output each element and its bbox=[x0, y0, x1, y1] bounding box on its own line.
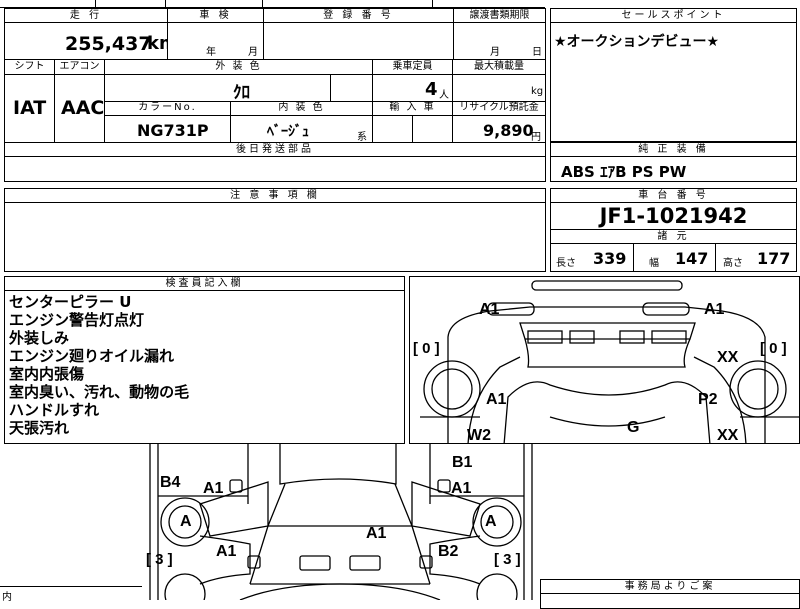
caution-box: 注 意 事 項 欄 bbox=[4, 188, 546, 272]
inspector-note: 室内臭い、汚れ、動物の毛 bbox=[9, 383, 190, 401]
interior-color-value: ﾍﾞｰｼﾞｭ bbox=[267, 124, 309, 140]
caution-header: 注 意 事 項 欄 bbox=[5, 189, 545, 203]
transfer-month: 月 bbox=[490, 47, 500, 58]
mark-p2: P2 bbox=[698, 391, 718, 408]
transfer-deadline-label: 譲渡書類期限 bbox=[454, 9, 545, 23]
width-label: 幅 bbox=[649, 258, 659, 269]
mark-g: G bbox=[627, 419, 640, 436]
mark-tire-front-left: [ 0 ] bbox=[413, 340, 440, 357]
sales-point-header: セールスポイント bbox=[551, 9, 796, 23]
inspector-note: 天張汚れ bbox=[9, 419, 70, 437]
front-diagram-box: A1 A1 [ 0 ] [ 0 ] XX A1 P2 G W2 XX bbox=[409, 276, 800, 444]
sales-point-text: ★オークションデビュー★ bbox=[554, 34, 720, 50]
genuine-equipment-header: 純 正 装 備 bbox=[551, 143, 796, 157]
transfer-deadline-cell: 譲渡書類期限 月 日 bbox=[453, 8, 546, 60]
length-label: 長さ bbox=[556, 258, 576, 269]
aircon-label: エアコン bbox=[55, 60, 105, 75]
inspector-box: 検査員記入欄 センターピラー U エンジン警告灯点灯 外装しみ エンジン廻りオイ… bbox=[4, 276, 405, 444]
inspector-note: エンジン警告灯点灯 bbox=[9, 311, 145, 329]
import-label: 輸 入 車 bbox=[373, 101, 453, 116]
mark-a-left: A bbox=[180, 513, 192, 530]
mark-w2: W2 bbox=[467, 427, 491, 444]
mark-tire-rear-right: [ 3 ] bbox=[494, 551, 521, 568]
transfer-day: 日 bbox=[532, 47, 542, 58]
recycle-value: 9,890 bbox=[483, 121, 534, 140]
mileage-value: 255,437 bbox=[65, 33, 152, 55]
inspector-note: ハンドルすれ bbox=[9, 401, 100, 419]
max-load-unit: kg bbox=[531, 86, 544, 97]
mark-top-a1-left: A1 bbox=[479, 301, 500, 318]
mark-top-a1-right: A1 bbox=[704, 301, 725, 318]
capacity-value: 4 bbox=[425, 79, 438, 100]
inspector-note: 外装しみ bbox=[9, 329, 70, 347]
length-value: 339 bbox=[593, 249, 627, 268]
office-header: 事務局よりご案 bbox=[541, 580, 799, 594]
interior-color-label: 内 装 色 bbox=[231, 101, 373, 116]
mark-tire-front-right: [ 0 ] bbox=[760, 340, 787, 357]
height-label: 高さ bbox=[723, 258, 743, 269]
color-no-value: NG731P bbox=[137, 121, 209, 140]
shift-value: IAT bbox=[13, 97, 47, 119]
exterior-color-value: ｸﾛ bbox=[233, 83, 250, 103]
lower-diagram: B4 A1 B1 A1 A A A1 A1 B2 [ 3 ] [ 3 ] bbox=[140, 444, 542, 600]
exterior-color-label: 外 装 色 bbox=[105, 60, 373, 75]
mark-b1: B1 bbox=[452, 454, 473, 471]
chassis-value: JF1-1021942 bbox=[599, 204, 748, 228]
mileage-cell: 走 行 255,437 km bbox=[4, 8, 178, 60]
mark-xx-upper: XX bbox=[717, 349, 739, 366]
capacity-label: 乗車定員 bbox=[373, 60, 453, 75]
inspector-note: エンジン廻りオイル漏れ bbox=[9, 347, 175, 365]
aircon-value: AAC bbox=[61, 97, 105, 119]
later-parts-box: 後日発送部品 bbox=[4, 142, 546, 182]
mark-tire-rear-left: [ 3 ] bbox=[146, 551, 173, 568]
sales-point-box: セールスポイント ★オークションデビュー★ bbox=[550, 8, 797, 142]
shift-label: シフト bbox=[5, 60, 55, 75]
inspector-header: 検査員記入欄 bbox=[5, 277, 404, 291]
inspector-note: 室内内張傷 bbox=[9, 365, 85, 383]
mark-a1-front-left: A1 bbox=[486, 391, 507, 408]
interior-color-suffix: 系 bbox=[357, 132, 367, 143]
width-value: 147 bbox=[675, 249, 709, 268]
mark-a1-side-right: A1 bbox=[451, 480, 472, 497]
chassis-header: 車 台 番 号 bbox=[551, 189, 796, 203]
mark-a1-lower-left: A1 bbox=[216, 543, 237, 560]
inspection-year: 年 bbox=[206, 47, 216, 58]
mark-a1-roof: A1 bbox=[366, 525, 387, 542]
inspection-cell: 車 検 年 月 bbox=[167, 8, 264, 60]
specs-table: シフト エアコン 外 装 色 乗車定員 最大積載量 IAT AAC ｸﾛ 4 人… bbox=[4, 59, 546, 143]
bottom-left-label: 内 bbox=[2, 592, 12, 603]
dimensions-box: 諸 元 長さ 339 幅 147 高さ 177 bbox=[550, 229, 797, 272]
mark-b2: B2 bbox=[438, 543, 459, 560]
office-box: 事務局よりご案 bbox=[540, 579, 800, 609]
side-car-diagram bbox=[149, 444, 533, 600]
mark-xx-lower: XX bbox=[717, 427, 739, 444]
chassis-box: 車 台 番 号 JF1-1021942 bbox=[550, 188, 797, 230]
dimensions-header: 諸 元 bbox=[551, 230, 796, 244]
inspector-note: センターピラー U bbox=[9, 293, 132, 311]
genuine-equipment-box: 純 正 装 備 ABS ｴｱB PS PW bbox=[550, 142, 797, 182]
front-car-diagram bbox=[420, 280, 799, 443]
recycle-label: リサイクル預託金 bbox=[453, 101, 545, 116]
capacity-unit: 人 bbox=[439, 90, 449, 101]
registration-cell: 登 録 番 号 bbox=[263, 8, 454, 60]
mark-b4: B4 bbox=[160, 474, 181, 491]
max-load-label: 最大積載量 bbox=[453, 60, 545, 75]
inspection-month: 月 bbox=[248, 47, 258, 58]
height-value: 177 bbox=[757, 249, 791, 268]
mark-a1-side-left: A1 bbox=[203, 480, 224, 497]
mark-a-right: A bbox=[485, 513, 497, 530]
later-parts-header: 後日発送部品 bbox=[5, 143, 545, 157]
inspection-label: 車 検 bbox=[168, 9, 263, 23]
mileage-label: 走 行 bbox=[5, 9, 167, 23]
color-no-label: カラーNo. bbox=[105, 101, 231, 116]
recycle-unit: 円 bbox=[531, 132, 541, 143]
genuine-equipment-value: ABS ｴｱB PS PW bbox=[561, 163, 687, 181]
bottom-left-fragment: 内 bbox=[0, 586, 142, 603]
registration-label: 登 録 番 号 bbox=[264, 9, 453, 23]
top-crop-strip bbox=[0, 0, 545, 8]
